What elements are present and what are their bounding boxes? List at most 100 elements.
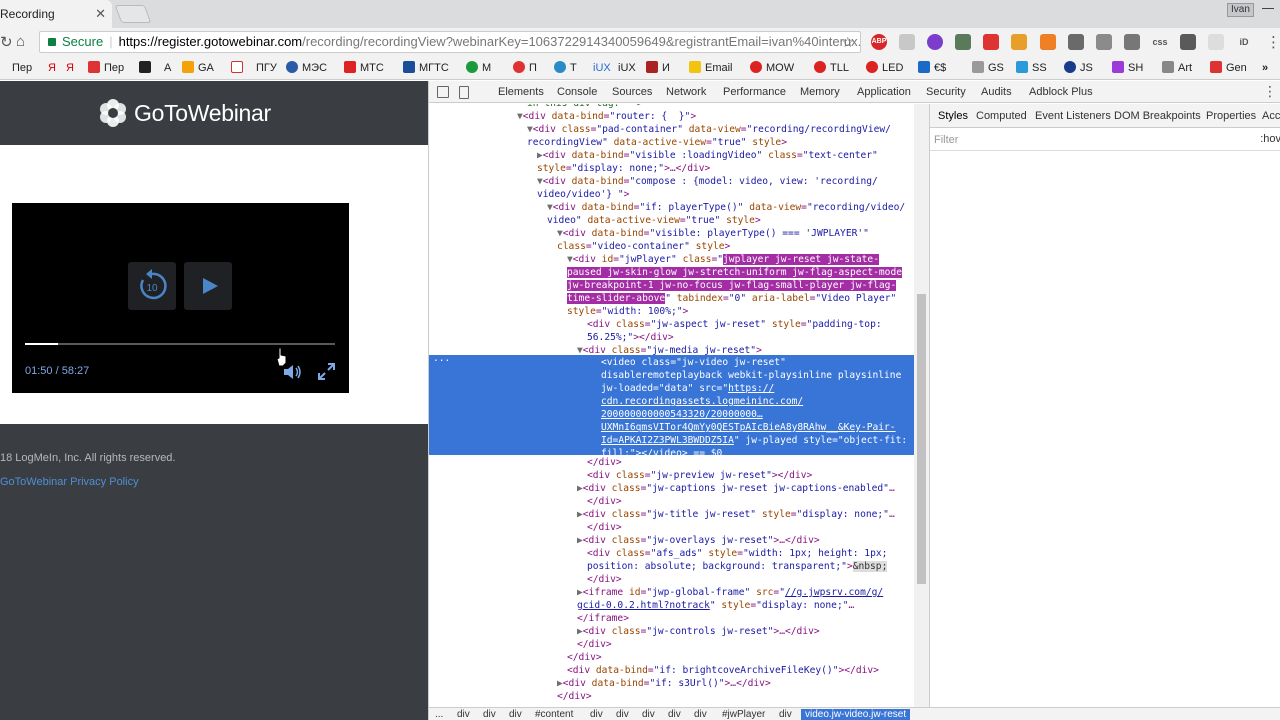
dom-node[interactable]: ▼<div data-bind="if: playerType()" data-…: [547, 202, 905, 215]
extension-icon[interactable]: [1124, 34, 1140, 50]
tab-audits[interactable]: Audits: [981, 86, 1012, 98]
tab-dom-breakpoints[interactable]: DOM Breakpoints: [1114, 110, 1201, 122]
hover-state-toggle[interactable]: :hov: [1260, 133, 1280, 145]
tab-properties[interactable]: Properties: [1206, 110, 1256, 122]
breadcrumb-item[interactable]: div: [668, 709, 681, 720]
bookmark-item[interactable]: П: [513, 60, 537, 76]
elements-scrollbar[interactable]: [914, 104, 929, 707]
extension-icon[interactable]: [1096, 34, 1112, 50]
breadcrumb-item[interactable]: div: [509, 709, 522, 720]
minimize-icon[interactable]: [1262, 8, 1274, 9]
breadcrumb-item[interactable]: ...: [435, 709, 443, 720]
bookmark-item[interactable]: МГТС: [403, 60, 449, 76]
dom-node[interactable]: ▶<div class="jw-overlays jw-reset">…</di…: [577, 535, 820, 548]
dom-node-jwplayer[interactable]: ▼<div id="jwPlayer" class="jwplayer jw-r…: [567, 254, 879, 267]
devtools-menu-icon[interactable]: ⋮: [1263, 83, 1277, 100]
css-extension-icon[interactable]: css: [1152, 34, 1168, 50]
dom-node[interactable]: <div class="jw-preview jw-reset"></div>: [587, 470, 812, 483]
extension-icon[interactable]: [899, 34, 915, 50]
bookmark-item[interactable]: Пер: [12, 60, 32, 76]
bookmark-item[interactable]: Т: [554, 60, 577, 76]
breadcrumb-item[interactable]: #content: [535, 709, 573, 720]
extension-icon[interactable]: [1180, 34, 1196, 50]
bookmark-item[interactable]: Gen: [1210, 60, 1247, 76]
extension-icon[interactable]: [1208, 34, 1224, 50]
breadcrumb-item[interactable]: div: [642, 709, 655, 720]
bookmarks-overflow-icon[interactable]: »: [1262, 60, 1268, 76]
bookmark-item[interactable]: TLL: [814, 60, 849, 76]
breadcrumb-item[interactable]: div: [590, 709, 603, 720]
tab-computed[interactable]: Computed: [976, 110, 1027, 122]
bookmark-item[interactable]: ПГУ: [256, 60, 277, 76]
dom-node[interactable]: ▶<div data-bind="if: s3Url()">…</div>: [557, 678, 771, 691]
fullscreen-icon[interactable]: [318, 363, 335, 380]
tab-elements[interactable]: Elements: [498, 86, 544, 98]
tab-memory[interactable]: Memory: [800, 86, 840, 98]
elements-tree[interactable]: in this div tag: --> ▼<div data-bind="ro…: [429, 104, 929, 707]
url-bar[interactable]: Secure | https://register.gotowebinar.com/…: [39, 31, 861, 53]
inspect-element-icon[interactable]: [437, 86, 449, 98]
bookmark-item[interactable]: Я: [48, 60, 56, 76]
dom-node[interactable]: </div>: [587, 522, 622, 535]
tab-network[interactable]: Network: [666, 86, 706, 98]
dom-node[interactable]: </div>: [577, 639, 612, 652]
bookmark-item[interactable]: SH: [1112, 60, 1143, 76]
breadcrumb-item[interactable]: div: [779, 709, 792, 720]
extension-icon[interactable]: [1011, 34, 1027, 50]
tab-performance[interactable]: Performance: [723, 86, 786, 98]
dom-node[interactable]: <div class="afs_ads" style="width: 1px; …: [587, 548, 887, 561]
bookmark-item[interactable]: MOW: [750, 60, 794, 76]
play-button[interactable]: [184, 262, 232, 310]
bookmark-item[interactable]: Я: [66, 60, 74, 76]
adblock-plus-icon[interactable]: ABP: [871, 34, 887, 50]
home-icon[interactable]: ⌂: [16, 33, 25, 50]
dom-node[interactable]: ▶<iframe id="jwp-global-frame" src="//g.…: [577, 587, 883, 600]
tab-console[interactable]: Console: [557, 86, 597, 98]
dom-node[interactable]: </div>: [587, 496, 622, 509]
breadcrumb-item[interactable]: div: [457, 709, 470, 720]
tab-adblock-plus[interactable]: Adblock Plus: [1029, 86, 1093, 98]
dom-node[interactable]: <div class="jw-aspect jw-reset" style="p…: [587, 319, 882, 332]
bookmark-item[interactable]: Email: [689, 60, 733, 76]
extension-icon[interactable]: [927, 34, 943, 50]
dom-node[interactable]: ▼<div data-bind="router: { }">: [517, 111, 696, 124]
breadcrumb-item[interactable]: #jwPlayer: [722, 709, 765, 720]
bookmark-item[interactable]: [231, 60, 247, 76]
dom-node[interactable]: ▼<div data-bind="visible: playerType() =…: [557, 228, 869, 241]
bookmark-item[interactable]: И: [646, 60, 670, 76]
tab-accessibility[interactable]: Acce: [1262, 110, 1280, 122]
bookmark-item[interactable]: €$: [918, 60, 946, 76]
rewind-10-button[interactable]: 10: [128, 262, 176, 310]
tab-event-listeners[interactable]: Event Listeners: [1035, 110, 1111, 122]
progress-bar[interactable]: [25, 343, 335, 345]
breadcrumb-item-active[interactable]: video.jw-video.jw-reset: [801, 709, 911, 720]
bookmark-item[interactable]: GA: [182, 60, 214, 76]
dom-node[interactable]: </div>: [587, 574, 622, 587]
bookmark-item[interactable]: МЭС: [286, 60, 327, 76]
bookmark-item[interactable]: МТС: [344, 60, 384, 76]
bookmark-item[interactable]: А: [164, 60, 171, 76]
bookmark-item[interactable]: Пер: [88, 60, 124, 76]
privacy-policy-link[interactable]: GoToWebinar Privacy Policy: [0, 476, 139, 488]
bookmark-item[interactable]: М: [466, 60, 491, 76]
tab-security[interactable]: Security: [926, 86, 966, 98]
profile-button[interactable]: Ivan: [1227, 3, 1254, 17]
menu-icon[interactable]: ⋮: [1266, 33, 1280, 51]
bookmark-item[interactable]: GS: [972, 60, 1004, 76]
new-tab-button[interactable]: [114, 5, 152, 23]
bookmark-item[interactable]: SS: [1016, 60, 1047, 76]
tab-styles[interactable]: Styles: [938, 110, 968, 122]
scrollbar-thumb[interactable]: [917, 294, 926, 584]
dom-node[interactable]: ▶<div class="jw-captions jw-reset jw-cap…: [577, 483, 895, 496]
dom-node[interactable]: ▼<div data-bind="compose : {model: video…: [537, 176, 878, 189]
tab-close-icon[interactable]: ✕: [95, 6, 106, 22]
bookmark-item[interactable]: JS: [1064, 60, 1093, 76]
reload-icon[interactable]: ↻: [0, 33, 13, 51]
dom-node[interactable]: </div>: [587, 457, 622, 470]
bookmark-item[interactable]: LED: [866, 60, 903, 76]
bookmark-item[interactable]: Art: [1162, 60, 1192, 76]
bookmark-star-icon[interactable]: ☆: [841, 32, 854, 52]
styles-filter-input[interactable]: Filter: [934, 134, 958, 146]
dom-node[interactable]: ▶<div class="jw-controls jw-reset">…</di…: [577, 626, 820, 639]
breadcrumb-item[interactable]: div: [694, 709, 707, 720]
